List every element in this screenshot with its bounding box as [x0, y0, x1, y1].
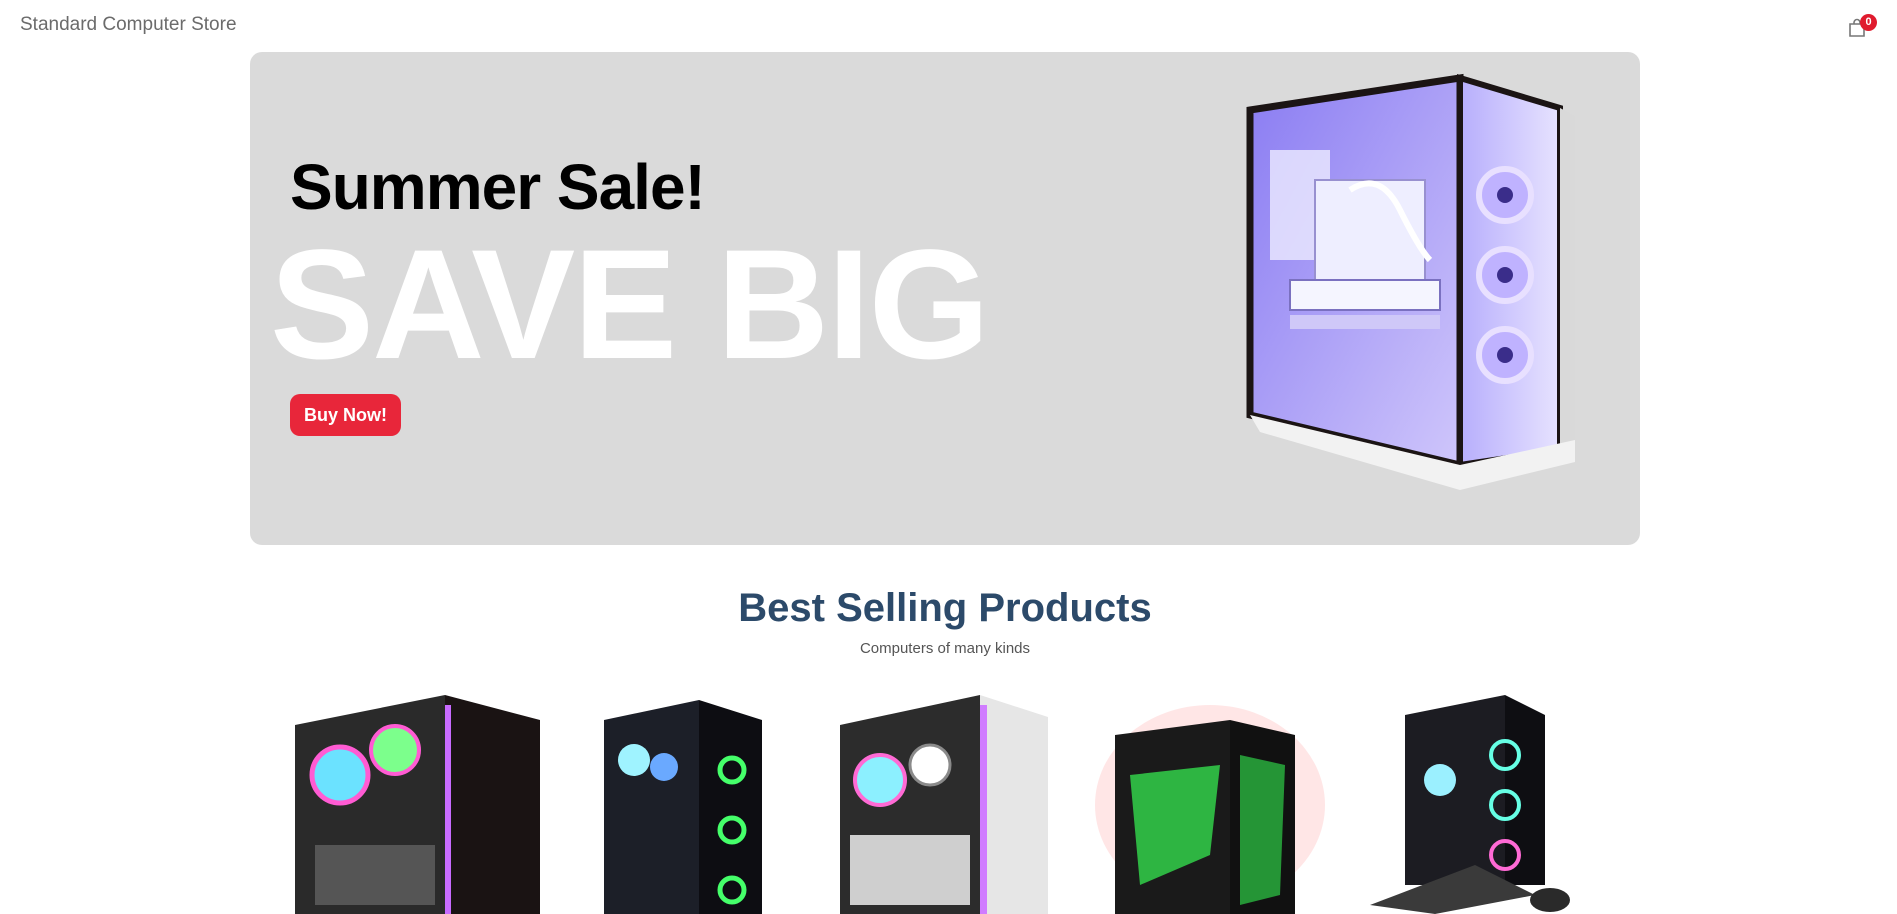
product-card-5-image[interactable]	[1365, 695, 1575, 914]
hero-tagline: SAVE BIG	[270, 218, 990, 392]
section-subtitle: Computers of many kinds	[859, 640, 1031, 657]
cart-button[interactable]: 0	[1847, 14, 1877, 42]
product-card-1-image[interactable]	[295, 695, 545, 914]
hero-banner: Summer Sale! SAVE BIG Buy Now!	[250, 52, 1640, 545]
hero-pc-case-image	[1246, 73, 1575, 490]
section-title: Best Selling Products	[738, 586, 1152, 630]
product-card-3-image[interactable]	[840, 695, 1050, 914]
brand-link[interactable]: Standard Computer Store	[20, 14, 237, 36]
cart-count-badge: 0	[1860, 14, 1877, 31]
buy-now-button[interactable]: Buy Now!	[290, 394, 401, 436]
navbar: Standard Computer Store 0	[0, 0, 1897, 52]
product-card-2-image[interactable]	[604, 695, 764, 914]
product-card-4-image[interactable]	[1090, 695, 1330, 914]
